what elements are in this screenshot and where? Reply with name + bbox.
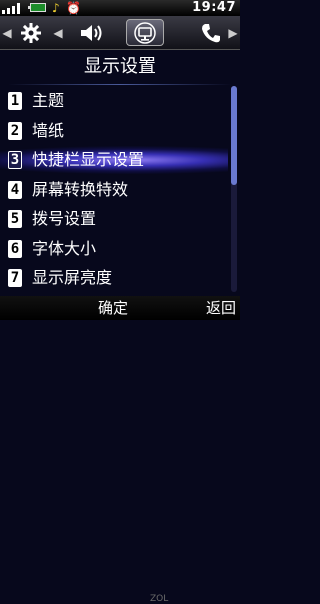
item-number-badge: 7 — [8, 269, 22, 287]
item-number-badge: 3 — [8, 151, 22, 169]
tab-phone[interactable] — [196, 19, 226, 46]
menu-item-screen-transition[interactable]: 4 屏幕转换特效 — [0, 175, 228, 205]
menu-item-label: 屏幕转换特效 — [32, 179, 129, 199]
battery-icon — [28, 3, 46, 12]
tab-sound[interactable] — [74, 19, 108, 46]
item-number-badge: 5 — [8, 210, 22, 228]
alarm-icon: ⏰ — [66, 1, 81, 15]
menu-item-label: 主题 — [32, 91, 65, 110]
tab-right-arrow-icon[interactable]: ▶ — [228, 19, 238, 46]
menu-item-label: 墙纸 — [32, 120, 65, 140]
menu-item-theme[interactable]: 1 主题 — [0, 86, 228, 116]
menu-item-shortcut-bar-settings[interactable]: 3 快捷栏显示设置 — [0, 145, 228, 175]
menu-item-brightness[interactable]: 7 显示屏亮度 — [0, 263, 228, 293]
gear-icon — [21, 22, 41, 43]
page-title: 显示设置 — [84, 56, 156, 77]
clock: 19:47 — [192, 0, 236, 15]
menu-item-label: 字体大小 — [32, 238, 97, 258]
tab-general[interactable] — [14, 19, 48, 46]
menu-item-font-size[interactable]: 6 字体大小 — [0, 234, 228, 264]
settings-menu: 1 主题 2 墙纸 3 快捷栏显示设置 4 屏幕转换特效 5 拨号设置 6 字体… — [0, 86, 228, 293]
signal-icon — [2, 2, 24, 14]
tab-display[interactable] — [126, 19, 164, 46]
menu-item-label: 显示屏亮度 — [32, 268, 113, 287]
watermark-logo: ZOL — [150, 594, 169, 604]
scrollbar[interactable] — [231, 86, 237, 292]
menu-item-label: 快捷栏显示设置 — [32, 150, 145, 169]
display-icon — [134, 21, 156, 44]
title-divider — [8, 84, 232, 85]
tab-divider-icon: ◀ — [53, 25, 63, 40]
menu-item-label: 拨号设置 — [32, 209, 97, 228]
phone-icon — [202, 23, 220, 42]
settings-tab-bar: ◀ ◀ ▶ — [0, 16, 240, 50]
speaker-icon — [81, 24, 102, 41]
item-number-badge: 4 — [8, 180, 22, 199]
item-number-badge: 2 — [8, 121, 22, 140]
tab-left-arrow-icon[interactable]: ◀ — [2, 19, 12, 46]
confirm-softkey[interactable]: 确定 — [98, 296, 128, 320]
item-number-badge: 1 — [8, 92, 22, 110]
music-icon: ♪ — [52, 1, 60, 15]
menu-item-dial-settings[interactable]: 5 拨号设置 — [0, 204, 228, 234]
item-number-badge: 6 — [8, 239, 22, 258]
back-softkey[interactable]: 返回 — [206, 296, 236, 320]
status-bar: ♪ ⏰ 19:47 — [0, 0, 240, 16]
menu-item-wallpaper[interactable]: 2 墙纸 — [0, 116, 228, 146]
softkey-bar: 确定 ZOL 返回 — [0, 296, 240, 604]
scroll-thumb[interactable] — [231, 86, 237, 185]
